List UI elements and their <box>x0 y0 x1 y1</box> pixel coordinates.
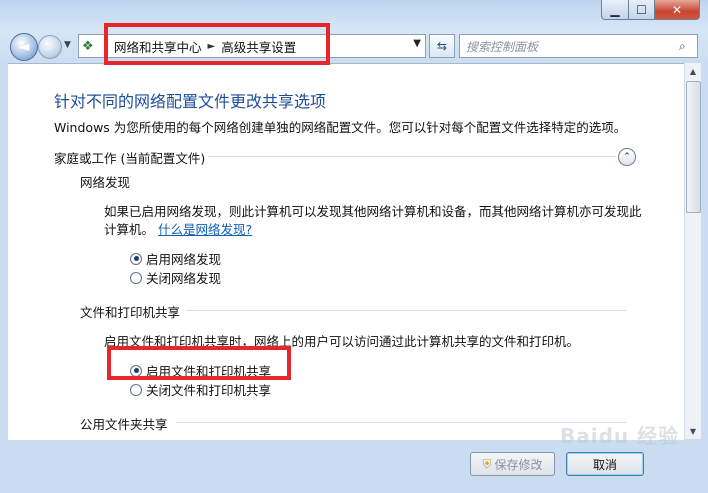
forward-arrow-icon: ► <box>45 40 55 54</box>
file-printer-sharing-heading: 文件和打印机共享 <box>80 305 181 320</box>
public-folder-sharing-heading: 公用文件夹共享 <box>80 417 168 432</box>
network-discovery-text: 如果已启用网络发现，则此计算机可以发现其他网络计算机和设备，而其他网络计算机亦可… <box>104 203 642 239</box>
breadcrumb-advanced-sharing[interactable]: 高级共享设置 <box>221 37 296 56</box>
back-button[interactable]: ◄ <box>10 33 38 61</box>
network-icon: ❖ <box>82 38 94 54</box>
section-divider <box>208 156 616 157</box>
address-bar[interactable]: ❖ ‹ 网络和共享中心 ► 高级共享设置 ▼ <box>78 34 426 58</box>
address-dropdown-icon[interactable]: ▼ <box>413 38 421 49</box>
radio-button-selected[interactable] <box>130 364 142 377</box>
back-arrow-icon: ◄ <box>18 39 30 55</box>
vertical-scrollbar[interactable]: ▲ ▼ <box>684 63 701 439</box>
radio-label: 启用网络发现 <box>146 252 222 267</box>
search-box[interactable]: 搜索控制面板 ⌕ <box>459 34 698 58</box>
radio-label: 关闭文件和打印机共享 <box>146 383 272 398</box>
radio-label: 启用文件和打印机共享 <box>146 364 272 379</box>
section-divider <box>186 310 626 311</box>
search-icon[interactable]: ⌕ <box>679 39 697 54</box>
navigation-bar: ◄ ► ▼ ❖ ‹ 网络和共享中心 ► 高级共享设置 ▼ ⇆ 搜索控制面板 ⌕ <box>8 31 700 61</box>
chevron-up-icon: ⌃ <box>623 152 631 162</box>
explorer-window: ▁ ☐ ✕ ◄ ► ▼ ❖ ‹ 网络和共享中心 ► 高级共享设置 ▼ ⇆ 搜索控… <box>0 0 708 493</box>
maximize-button[interactable]: ☐ <box>629 0 655 20</box>
radio-disable-network-discovery[interactable]: 关闭网络发现 <box>130 268 221 287</box>
shield-icon: ⛨ <box>482 456 492 471</box>
section-divider <box>176 422 626 423</box>
search-input[interactable]: 搜索控制面板 <box>466 38 679 55</box>
page-description: Windows 为您所使用的每个网络创建单独的网络配置文件。您可以针对每个配置文… <box>54 120 627 135</box>
refresh-button[interactable]: ⇆ <box>429 34 455 58</box>
scroll-up-icon[interactable]: ▲ <box>685 63 701 79</box>
profile-section-header: 家庭或工作 (当前配置文件) <box>54 151 206 166</box>
refresh-icon: ⇆ <box>436 39 448 53</box>
recent-pages-button[interactable]: ▼ <box>64 40 71 50</box>
content-pane: 针对不同的网络配置文件更改共享选项 Windows 为您所使用的每个网络创建单独… <box>8 63 684 440</box>
network-discovery-text-line2: 计算机。 <box>104 222 155 237</box>
network-discovery-text-line1: 如果已启用网络发现，则此计算机可以发现其他网络计算机和设备，而其他网络计算机亦可… <box>104 204 642 219</box>
network-discovery-heading: 网络发现 <box>80 175 131 190</box>
caption-buttons: ▁ ☐ ✕ <box>601 0 700 20</box>
save-changes-button[interactable]: ⛨ 保存修改 <box>470 452 555 476</box>
cancel-label: 取消 <box>592 457 617 472</box>
scroll-down-icon[interactable]: ▼ <box>685 423 701 439</box>
scrollbar-thumb[interactable] <box>686 81 701 213</box>
chevron-down-icon: ▼ <box>64 40 71 50</box>
minimize-button[interactable]: ▁ <box>601 0 629 20</box>
breadcrumb-separator-icon[interactable]: ► <box>208 41 216 52</box>
collapse-section-button[interactable]: ⌃ <box>618 148 636 166</box>
radio-enable-file-printer-sharing[interactable]: 启用文件和打印机共享 <box>130 361 271 380</box>
radio-enable-network-discovery[interactable]: 启用网络发现 <box>130 249 221 268</box>
cancel-button[interactable]: 取消 <box>566 452 644 476</box>
save-changes-label: 保存修改 <box>494 457 543 472</box>
file-printer-sharing-text: 启用文件和打印机共享时，网络上的用户可以访问通过此计算机共享的文件和打印机。 <box>104 334 580 349</box>
breadcrumb-overflow-icon[interactable]: ‹ <box>104 41 108 52</box>
close-button[interactable]: ✕ <box>655 0 700 20</box>
radio-button[interactable] <box>130 383 142 396</box>
breadcrumb-network-sharing-center[interactable]: 网络和共享中心 <box>114 37 202 56</box>
page-title: 针对不同的网络配置文件更改共享选项 <box>54 92 327 111</box>
radio-button[interactable] <box>130 271 142 284</box>
radio-button-selected[interactable] <box>130 252 142 265</box>
watermark: Baidu 经验 <box>560 424 680 448</box>
network-discovery-help-link[interactable]: 什么是网络发现? <box>158 222 252 237</box>
radio-label: 关闭网络发现 <box>146 271 222 286</box>
forward-button[interactable]: ► <box>38 35 62 59</box>
radio-disable-file-printer-sharing[interactable]: 关闭文件和打印机共享 <box>130 380 271 399</box>
